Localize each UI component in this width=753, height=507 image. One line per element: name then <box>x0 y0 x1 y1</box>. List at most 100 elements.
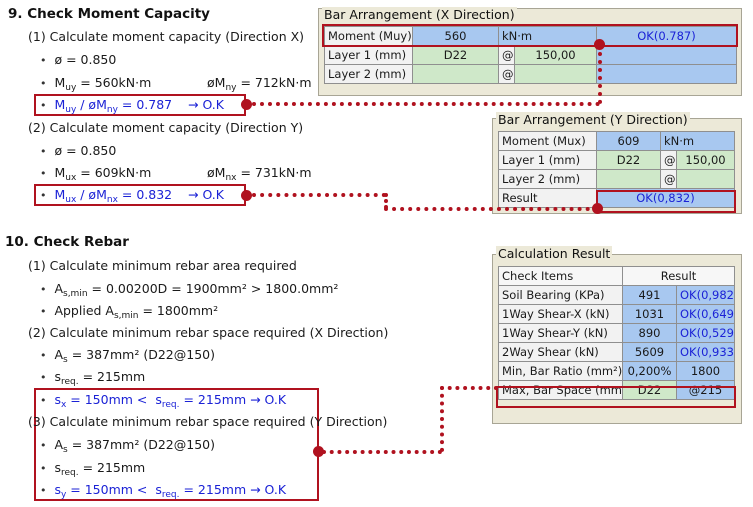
calculation-result-table: Check Items Result Soil Bearing (KPa) 49… <box>498 266 736 400</box>
table-row: 1Way Shear-Y (kN) 890 OK(0,529) <box>498 323 736 343</box>
sy-check-result: = 215mm → O.K <box>183 482 287 497</box>
table-row: 1Way Shear-X (kN) 1031 OK(0,649) <box>498 304 736 324</box>
min-bar-ratio-result: 1800 <box>675 361 736 381</box>
sx-check-result: = 215mm → O.K <box>183 392 287 407</box>
layer2-y-at: @ <box>660 169 677 189</box>
layer1-x-bar-input[interactable]: D22 <box>412 45 499 65</box>
asmin-line: • As,min = 0.00200D = 1900mm² > 1800.0mm… <box>40 281 339 299</box>
shear-x-result: OK(0,649) <box>675 304 736 324</box>
connector-s-h2 <box>440 386 498 390</box>
mux-line: • Mux = 609kN·m <box>40 165 152 183</box>
min-bar-ratio-label: Min, Bar Ratio (mm²) <box>498 361 623 381</box>
table-row: Min, Bar Ratio (mm²) 0,200% 1800 <box>498 361 736 381</box>
connector-x-end-dot <box>594 39 605 50</box>
table-row: 2Way Shear (kN) 5609 OK(0,933) <box>498 342 736 362</box>
min-bar-ratio-value: 0,200% <box>622 361 677 381</box>
table-row: Layer 2 (mm) @ <box>324 64 737 84</box>
shear-y-label: 1Way Shear-Y (kN) <box>498 323 623 343</box>
table-header-row: Check Items Result <box>498 266 736 286</box>
check-x-value: = 0.787 <box>121 97 173 112</box>
sreq-x-value: = 215mm <box>82 369 146 384</box>
moment-muy-highlight <box>322 24 738 47</box>
connector-s-start-dot <box>313 446 324 457</box>
sec9-sub2: (2) Calculate moment capacity (Direction… <box>28 120 304 135</box>
sec10-sub1: (1) Calculate minimum rebar area require… <box>28 258 297 273</box>
connector-y-start-dot <box>241 190 252 201</box>
as-x-value: = 387mm² (D22@150) <box>71 347 215 362</box>
phi-x-line: • ø = 0.850 <box>40 52 117 67</box>
sreq-x-line: • sreq. = 215mm <box>40 369 146 387</box>
layer1-y-spacing-input[interactable]: 150,00 <box>676 150 735 170</box>
layer1-x-label: Layer 1 (mm) <box>324 45 413 65</box>
phi-y-text: ø = 0.850 <box>54 143 117 158</box>
sy-check-value: = 150mm < <box>70 482 148 497</box>
check-x-line: • Muy / øMny = 0.787 → O.K <box>40 97 224 115</box>
result-y-label: Result <box>498 188 597 208</box>
sec9-sub1: (1) Calculate moment capacity (Direction… <box>28 29 305 44</box>
soil-bearing-result: OK(0,982) <box>675 285 736 305</box>
check-y-value: = 0.832 <box>121 187 173 202</box>
header-result: Result <box>621 266 736 286</box>
sreq-y-value: = 215mm <box>82 460 146 475</box>
sreq-y-line: • sreq. = 215mm <box>40 460 146 478</box>
section-10-title: 10. Check Rebar <box>5 234 129 250</box>
layer2-x-result <box>596 64 737 84</box>
applied-value: = 1800mm² <box>142 303 219 318</box>
sx-check-line: • sx = 150mm < sreq. = 215mm → O.K <box>40 392 287 410</box>
result-y-highlight <box>596 190 736 213</box>
connector-x-vertical <box>598 44 602 104</box>
as-x-line: • As = 387mm² (D22@150) <box>40 347 215 365</box>
muy-line: • Muy = 560kN·m <box>40 75 152 93</box>
sx-check-value: = 150mm < <box>70 392 148 407</box>
layer1-y-bar-input[interactable]: D22 <box>596 150 661 170</box>
connector-y-h1 <box>252 193 386 197</box>
layer2-y-label: Layer 2 (mm) <box>498 169 597 189</box>
layer2-x-label: Layer 2 (mm) <box>324 64 413 84</box>
layer2-y-spacing-input[interactable] <box>676 169 735 189</box>
calc-title: Calculation Result <box>496 246 613 261</box>
moment-mux-input[interactable]: 609 <box>596 131 661 151</box>
layer2-x-spacing-input[interactable] <box>514 64 597 84</box>
panel-x-title: Bar Arrangement (X Direction) <box>322 7 517 22</box>
mux-value: = 609kN·m <box>80 165 152 180</box>
phimnx-line: øMnx = 731kN·m <box>207 165 312 183</box>
layer1-x-at: @ <box>498 45 515 65</box>
phimny-value: = 712kN·m <box>240 75 312 90</box>
layer2-y-bar-input[interactable] <box>596 169 661 189</box>
moment-mux-label: Moment (Mux) <box>498 131 597 151</box>
asmin-value: = 0.00200D = 1900mm² > 1800.0mm² <box>91 281 339 296</box>
table-row: Layer 2 (mm) @ <box>498 169 735 189</box>
connector-x-horizontal <box>252 102 600 106</box>
max-bar-space-highlight <box>496 386 736 408</box>
connector-s-h1 <box>322 450 442 454</box>
layer1-x-result <box>596 45 737 65</box>
applied-line: • Applied As,min = 1800mm² <box>40 303 219 321</box>
as-y-line: • As = 387mm² (D22@150) <box>40 437 215 455</box>
connector-s-v <box>440 386 444 452</box>
moment-mux-unit: kN·m <box>660 131 735 151</box>
panel-y-title: Bar Arrangement (Y Direction) <box>496 112 690 127</box>
shear-2way-label: 2Way Shear (kN) <box>498 342 623 362</box>
sec10-sub2: (2) Calculate minimum rebar space requir… <box>28 325 389 340</box>
section-9-title: 9. Check Moment Capacity <box>8 6 210 22</box>
layer1-y-label: Layer 1 (mm) <box>498 150 597 170</box>
shear-x-value: 1031 <box>622 304 677 324</box>
table-row: Moment (Mux) 609 kN·m <box>498 131 735 151</box>
phimnx-value: = 731kN·m <box>240 165 312 180</box>
connector-y-end-dot <box>592 203 603 214</box>
muy-value: = 560kN·m <box>80 75 152 90</box>
shear-y-value: 890 <box>622 323 677 343</box>
table-row: Soil Bearing (KPa) 491 OK(0,982) <box>498 285 736 305</box>
layer2-x-at: @ <box>498 64 515 84</box>
connector-y-h2 <box>384 207 598 211</box>
layer2-x-bar-input[interactable] <box>412 64 499 84</box>
check-y-ok: → O.K <box>188 187 224 202</box>
check-x-ok: → O.K <box>188 97 224 112</box>
layer1-x-spacing-input[interactable]: 150,00 <box>514 45 597 65</box>
check-y-line: • Mux / øMnx = 0.832 → O.K <box>40 187 224 205</box>
shear-x-label: 1Way Shear-X (kN) <box>498 304 623 324</box>
header-check-items: Check Items <box>498 266 623 286</box>
table-row: Layer 1 (mm) D22 @ 150,00 <box>324 45 737 65</box>
soil-bearing-label: Soil Bearing (KPa) <box>498 285 623 305</box>
layer1-y-at: @ <box>660 150 677 170</box>
